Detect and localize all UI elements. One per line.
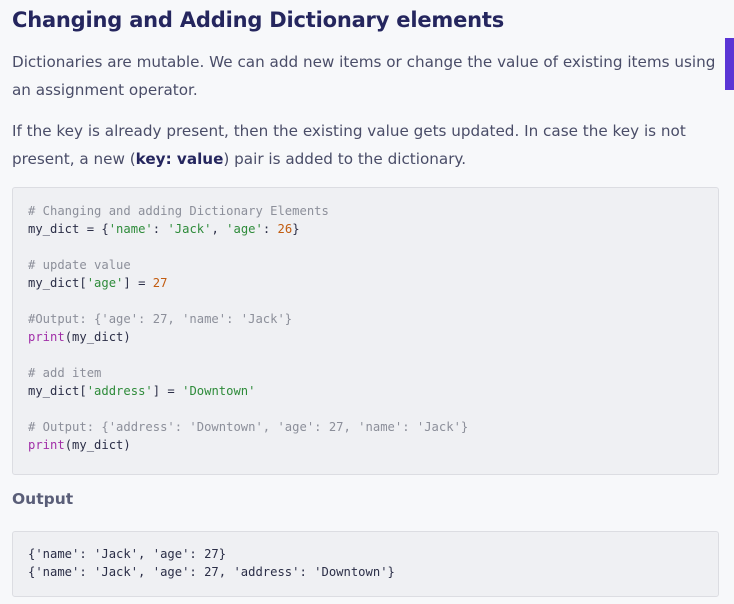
code-token: (my_dict) — [64, 330, 131, 344]
code-token: my_dict[ — [28, 276, 87, 290]
code-line: my_dict = {'name': 'Jack', 'age': 26} — [28, 220, 703, 238]
output-line: {'name': 'Jack', 'age': 27} — [28, 547, 227, 561]
code-line: # Output: {'address': 'Downtown', 'age':… — [28, 418, 703, 436]
key-update-paragraph: If the key is already present, then the … — [12, 117, 718, 173]
code-token: 26 — [277, 222, 293, 236]
code-token: 'Jack' — [167, 222, 212, 236]
code-line: print(my_dict) — [28, 328, 703, 346]
code-token: (my_dict) — [64, 438, 131, 452]
code-token: print — [28, 438, 65, 452]
output-block[interactable]: {'name': 'Jack', 'age': 27} {'name': 'Jac… — [12, 531, 719, 597]
code-token: my_dict = { — [28, 222, 109, 236]
code-line: # Changing and adding Dictionary Element… — [28, 202, 703, 220]
code-token: 'name' — [108, 222, 153, 236]
key-value-bold: key: value — [135, 150, 224, 168]
intro-paragraph: Dictionaries are mutable. We can add new… — [12, 53, 716, 99]
code-token: 'age' — [226, 222, 263, 236]
output-heading: Output — [12, 490, 74, 508]
code-token: 'address' — [86, 384, 153, 398]
code-token: : — [262, 222, 278, 236]
code-token: : — [152, 222, 168, 236]
code-line: my_dict['age'] = 27 — [28, 274, 703, 292]
code-token: # Changing and adding Dictionary Element… — [28, 204, 329, 218]
code-token: # update value — [28, 258, 131, 272]
code-block[interactable]: # Changing and adding Dictionary Element… — [12, 187, 719, 475]
code-token: # Output: {'address': 'Downtown', 'age':… — [28, 420, 469, 434]
code-token: my_dict[ — [28, 384, 87, 398]
code-token: # add item — [28, 366, 102, 380]
code-line: #Output: {'age': 27, 'name': 'Jack'} — [28, 310, 703, 328]
section-heading: Changing and Adding Dictionary elements — [12, 8, 504, 32]
code-token: #Output: {'age': 27, 'name': 'Jack'} — [28, 312, 293, 326]
code-token: 'age' — [86, 276, 124, 290]
code-line: # add item — [28, 364, 703, 382]
code-token: } — [292, 222, 300, 236]
code-line: print(my_dict) — [28, 436, 703, 454]
paragraph-text-end: ) pair is added to the dictionary. — [223, 150, 467, 168]
code-token: ] = — [152, 384, 183, 398]
code-line: my_dict['address'] = 'Downtown' — [28, 382, 703, 400]
code-token: 'Downtown' — [182, 384, 256, 398]
code-line: # update value — [28, 256, 703, 274]
output-line: {'name': 'Jack', 'age': 27, 'address': '… — [28, 565, 395, 579]
feedback-tab-accent[interactable] — [725, 38, 734, 90]
code-token: 27 — [152, 276, 168, 290]
code-token: print — [28, 330, 65, 344]
code-token: ] = — [123, 276, 153, 290]
code-token: , — [211, 222, 227, 236]
